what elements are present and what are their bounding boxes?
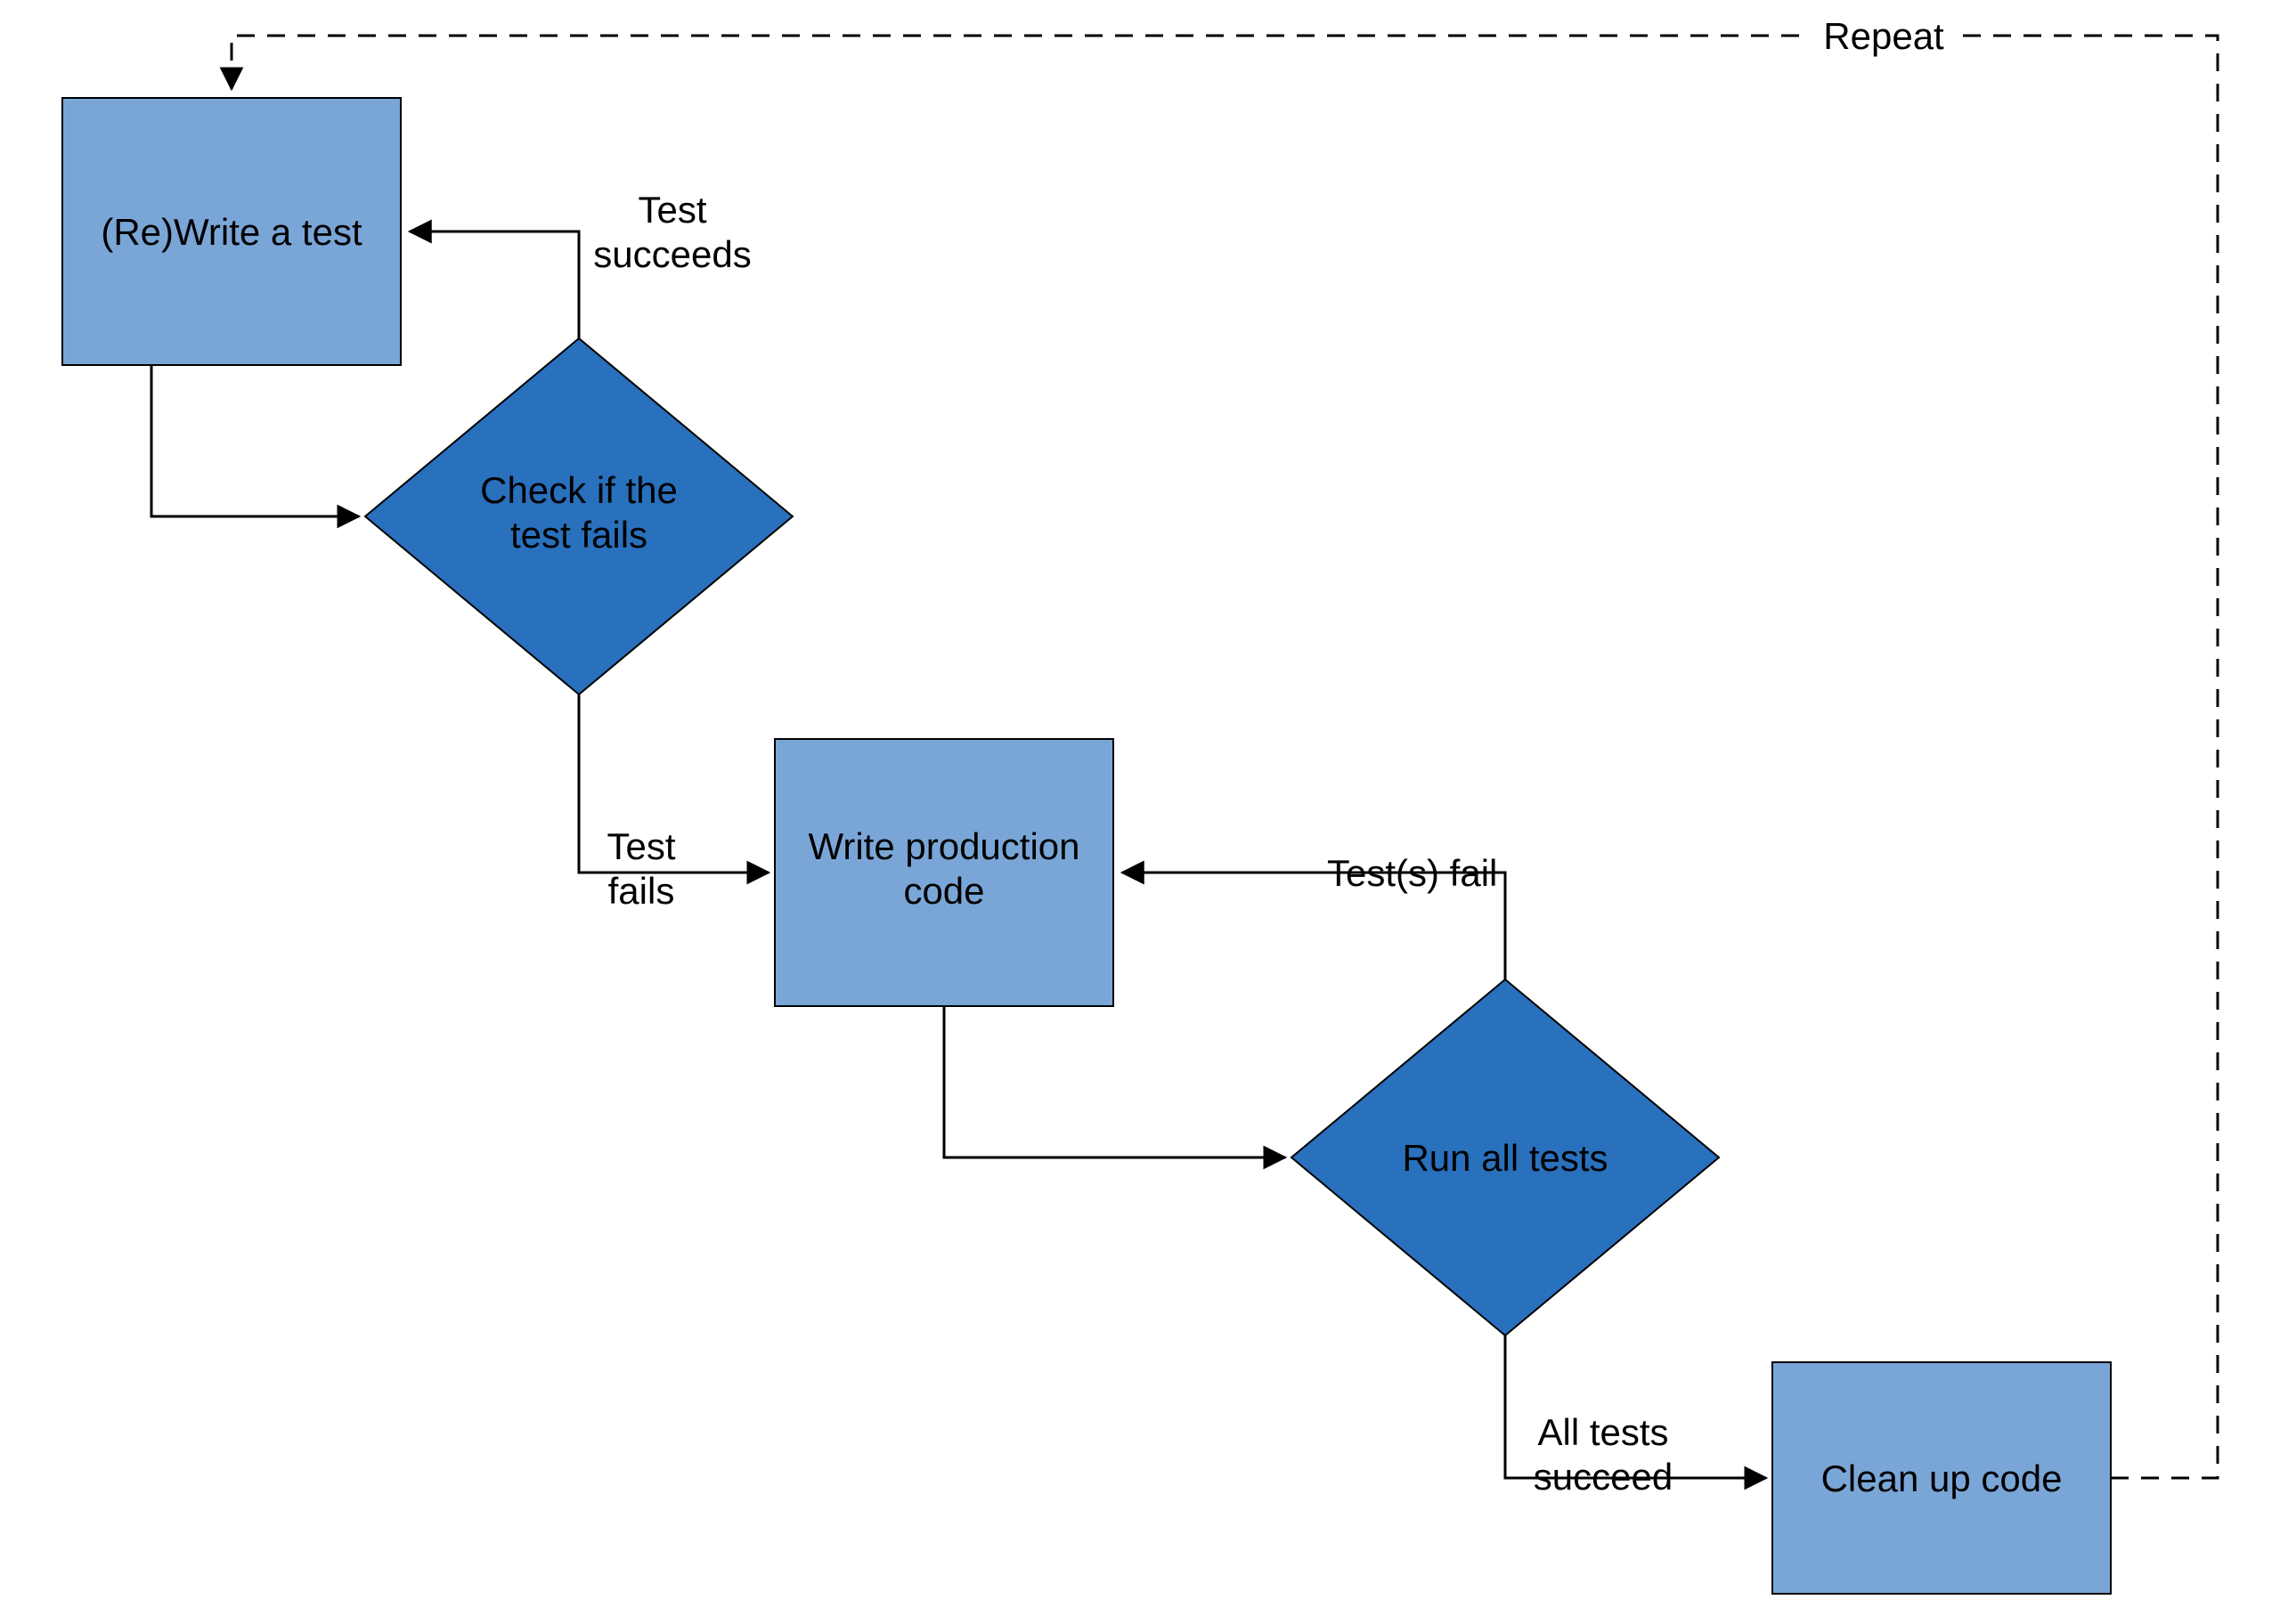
- edge-test-fails-label-2: fails: [608, 870, 675, 912]
- node-write-prod-label-1: Write production: [808, 825, 1079, 867]
- edge-tests-fail-label: Test(s) fail: [1327, 852, 1497, 894]
- node-run-all-label: Run all tests: [1402, 1137, 1608, 1179]
- node-write-prod: Write production code: [775, 739, 1113, 1006]
- edge-all-succeed-label-1: All tests: [1537, 1411, 1668, 1453]
- tdd-flowchart: (Re)Write a test Check if the test fails…: [0, 0, 2280, 1624]
- node-check-fails-label-2: test fails: [510, 514, 647, 556]
- edge-all-succeed-label-2: succeed: [1534, 1456, 1673, 1498]
- node-run-all: Run all tests: [1291, 979, 1719, 1336]
- node-clean-up: Clean up code: [1772, 1362, 2111, 1594]
- node-check-fails: Check if the test fails: [365, 338, 793, 694]
- node-write-test-label: (Re)Write a test: [101, 211, 362, 253]
- edge-test-succeeds-label-2: succeeds: [593, 233, 751, 275]
- node-clean-up-label: Clean up code: [1821, 1458, 2063, 1499]
- edge-repeat-label: Repeat: [1823, 15, 1944, 57]
- edge-test-fails-label-1: Test: [607, 825, 675, 867]
- node-write-prod-label-2: code: [903, 870, 984, 912]
- edge-test-succeeds-line: [410, 231, 579, 338]
- node-write-test: (Re)Write a test: [62, 98, 401, 365]
- edge-prod-to-run: [944, 1006, 1285, 1157]
- edge-write-to-check: [151, 365, 359, 516]
- edge-test-succeeds-label-1: Test: [638, 189, 706, 231]
- node-check-fails-label-1: Check if the: [480, 469, 678, 511]
